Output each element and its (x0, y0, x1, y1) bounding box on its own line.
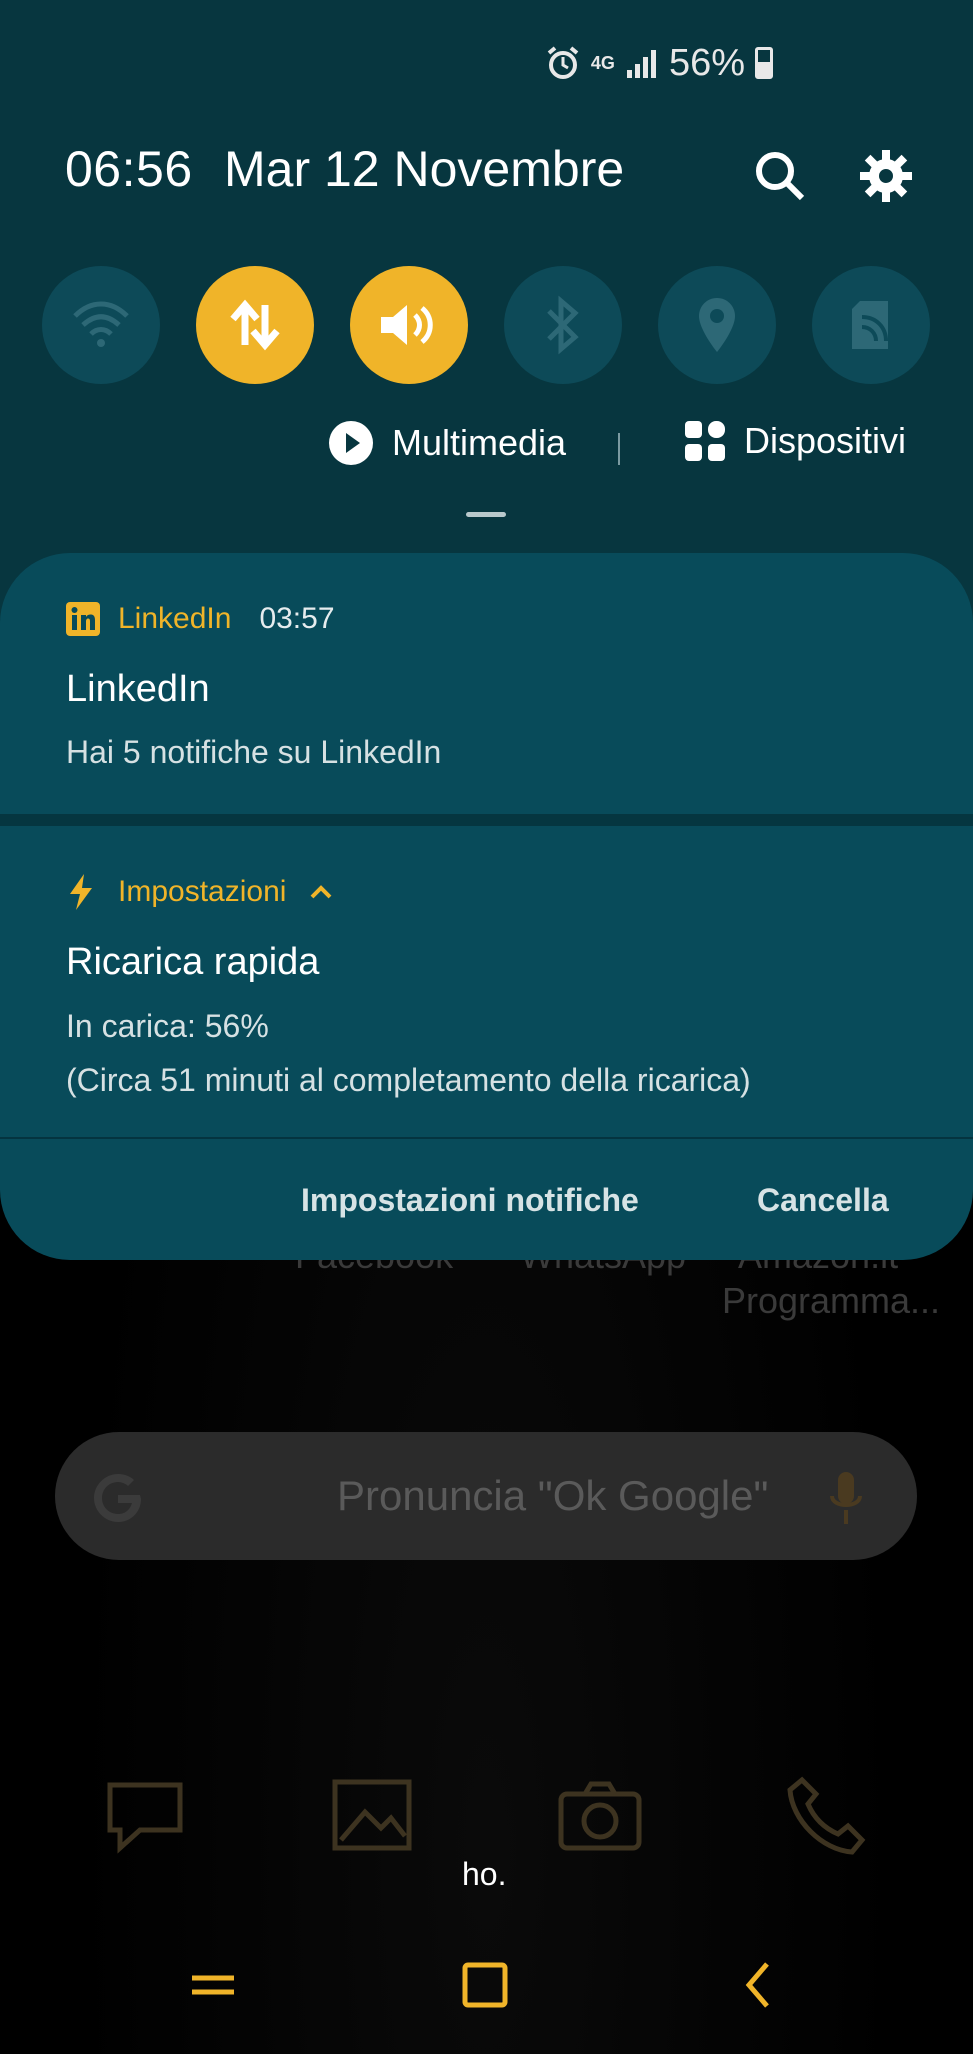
play-circle-icon (329, 421, 373, 465)
wifi-icon (73, 301, 129, 347)
bluetooth-toggle[interactable] (504, 266, 622, 384)
charging-eta: (Circa 51 minuti al completamento della … (66, 1062, 751, 1098)
charging-title: Ricarica rapida (66, 941, 320, 983)
settings-app-name: Impostazioni (118, 875, 287, 908)
notification-divider (0, 814, 973, 826)
status-bar: 4G 56% (545, 38, 773, 88)
devices-button[interactable]: Dispositivi (684, 420, 906, 462)
linkedin-text: Hai 5 notifiche su LinkedIn (66, 734, 442, 770)
screen-cast-icon (852, 301, 888, 349)
google-g-icon (94, 1474, 141, 1522)
search-icon[interactable] (752, 148, 808, 204)
linkedin-logo-icon (66, 602, 100, 636)
notification-settings-button[interactable]: Impostazioni notifiche (301, 1182, 639, 1219)
devices-grid-icon (685, 421, 725, 461)
signal-icon (626, 50, 656, 78)
linkedin-header: LinkedIn 03:57 (66, 602, 335, 636)
home-icon[interactable] (460, 1960, 510, 2010)
linkedin-title: LinkedIn (66, 668, 210, 710)
hint-text: ho. (462, 1856, 507, 1892)
date: Mar 12 Novembre (224, 141, 625, 197)
wifi-toggle[interactable] (42, 266, 160, 384)
microphone-icon[interactable] (826, 1468, 866, 1528)
bluetooth-icon (547, 295, 579, 355)
back-icon[interactable] (735, 1960, 785, 2010)
data-arrows-icon (230, 299, 280, 351)
location-toggle[interactable] (658, 266, 776, 384)
linkedin-time: 03:57 (259, 602, 335, 635)
lightning-bolt-icon (70, 874, 92, 910)
location-pin-icon (699, 298, 735, 352)
clear-all-button[interactable]: Cancella (757, 1182, 889, 1219)
network-type: 4G (590, 53, 615, 73)
actions-divider (0, 1137, 973, 1139)
linkedin-app-name: LinkedIn (118, 602, 232, 635)
smart-view-toggle[interactable] (812, 266, 930, 384)
devices-label: Dispositivi (744, 420, 907, 461)
phone-icon[interactable] (782, 1770, 872, 1860)
panel-drag-handle[interactable] (466, 512, 506, 517)
app-label-programma[interactable]: Programma... (722, 1280, 940, 1322)
charging-header: Impostazioni (66, 874, 334, 910)
recent-apps-icon[interactable] (188, 1960, 238, 2010)
sound-toggle[interactable] (350, 266, 468, 384)
speaker-icon (381, 305, 433, 345)
battery-percent: 56% (668, 41, 745, 84)
gallery-icon[interactable] (327, 1770, 417, 1860)
camera-icon[interactable] (555, 1770, 645, 1860)
messages-icon[interactable] (100, 1770, 190, 1860)
alarm-icon (547, 46, 579, 79)
battery-icon (755, 47, 773, 79)
settings-gear-icon[interactable] (858, 148, 914, 204)
search-placeholder: Pronuncia "Ok Google" (337, 1472, 769, 1519)
chevron-up-icon[interactable] (308, 882, 334, 902)
media-divider (618, 433, 620, 465)
charging-status: In carica: 56% (66, 1008, 269, 1044)
multimedia-label: Multimedia (392, 422, 567, 463)
mobile-data-toggle[interactable] (196, 266, 314, 384)
multimedia-button[interactable]: Multimedia (328, 420, 566, 466)
clock: 06:56 (65, 141, 193, 197)
